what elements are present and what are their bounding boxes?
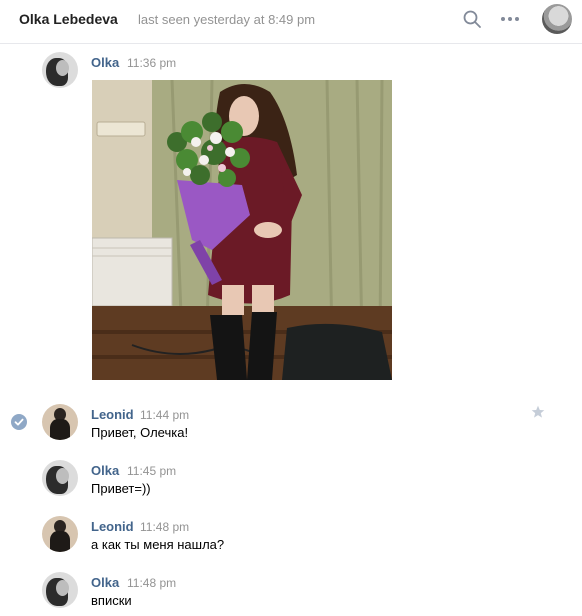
avatar-face <box>56 60 69 76</box>
avatar-leonid[interactable] <box>42 404 78 440</box>
message-author[interactable]: Olka <box>91 575 119 590</box>
last-seen-status: last seen yesterday at 8:49 pm <box>138 12 316 27</box>
message-time[interactable]: 11:48 pm <box>127 576 176 590</box>
star-icon[interactable] <box>531 405 545 419</box>
chat-title[interactable]: Olka Lebedeva <box>19 11 118 27</box>
avatar-olka[interactable] <box>42 52 78 88</box>
more-dots-icon[interactable] <box>499 12 521 26</box>
photo-illustration <box>92 80 392 380</box>
message-time[interactable]: 11:44 pm <box>140 408 189 422</box>
chat-header: Olka Lebedeva last seen yesterday at 8:4… <box>0 0 582 44</box>
header-avatar[interactable] <box>542 4 572 34</box>
message-author[interactable]: Olka <box>91 463 119 478</box>
avatar-body <box>50 531 70 552</box>
avatar-olka[interactable] <box>42 572 78 608</box>
check-circle-icon[interactable] <box>11 414 27 430</box>
message-time[interactable]: 11:48 pm <box>140 520 189 534</box>
message-author[interactable]: Leonid <box>91 519 134 534</box>
avatar-face <box>56 468 69 484</box>
message-text: вписки <box>91 593 132 608</box>
search-icon[interactable] <box>462 9 482 29</box>
message-time[interactable]: 11:36 pm <box>127 56 176 70</box>
attached-photo[interactable] <box>92 80 392 380</box>
message-text: Привет=)) <box>91 481 151 496</box>
message-author[interactable]: Olka <box>91 55 119 70</box>
message-text: Привет, Олечка! <box>91 425 189 440</box>
message-time[interactable]: 11:45 pm <box>127 464 176 478</box>
avatar-leonid[interactable] <box>42 516 78 552</box>
avatar-face <box>56 580 69 596</box>
message-author[interactable]: Leonid <box>91 407 134 422</box>
avatar-body <box>50 419 70 440</box>
message-text: а как ты меня нашла? <box>91 537 225 552</box>
avatar-olka[interactable] <box>42 460 78 496</box>
